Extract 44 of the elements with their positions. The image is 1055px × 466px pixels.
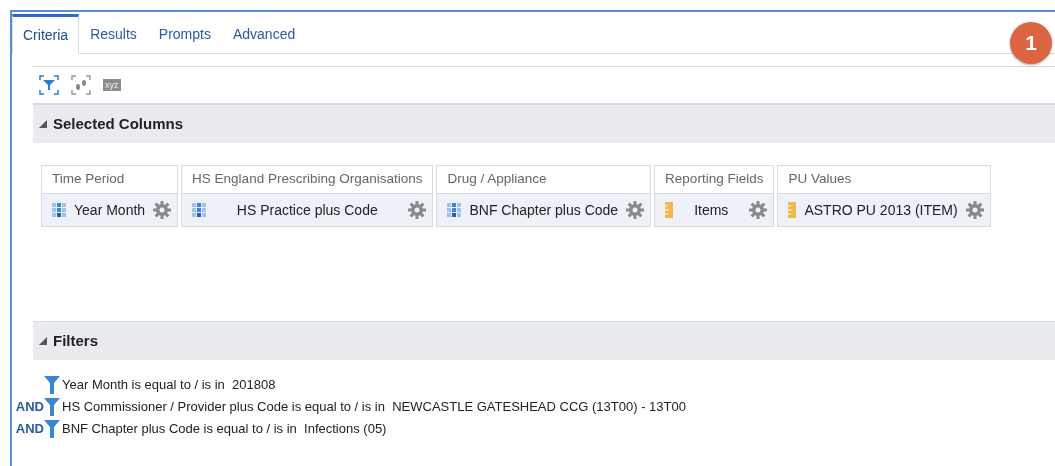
collapse-icon[interactable] [39, 120, 47, 128]
column-label: ASTRO PU 2013 (ITEM) [804, 200, 958, 220]
tab[interactable]: Results [79, 14, 148, 54]
section-title: Filters [53, 330, 98, 351]
tab[interactable]: Criteria [12, 14, 80, 54]
settings-icon[interactable] [965, 201, 984, 219]
filter-text[interactable]: Year Month is equal to / is in 201808 [62, 375, 276, 395]
tab[interactable]: Advanced [221, 14, 307, 54]
column-item[interactable]: Items [654, 194, 775, 227]
column-label: HS Practice plus Code [235, 200, 379, 220]
filter-icon [44, 420, 60, 438]
settings-icon[interactable] [408, 201, 427, 219]
filter-text[interactable]: HS Commissioner / Provider plus Code is equal to / is in NEWCASTLE GATESHEAD CCG (13T00) - 13T00 [62, 397, 686, 417]
column-group-heading: HS England Prescribing Organisations [181, 165, 434, 194]
filter-text[interactable]: BNF Chapter plus Code is equal to / is in Infections (05) [62, 419, 387, 439]
section-title: Selected Columns [53, 113, 184, 134]
connector-label: AND [14, 420, 44, 439]
column-label: Year Month [74, 200, 146, 220]
grid-icon [192, 203, 207, 217]
tab[interactable]: Prompts [147, 14, 222, 54]
steps-button[interactable] [71, 75, 91, 95]
ruler-icon [665, 202, 674, 218]
column-label: BNF Chapter plus Code [469, 200, 619, 220]
ruler-icon [788, 202, 797, 218]
grid-icon [447, 203, 462, 217]
column-group-heading: PU Values [777, 165, 991, 194]
column-item[interactable]: HS Practice plus Code [181, 194, 434, 227]
column-item[interactable]: Year Month [41, 194, 179, 227]
column-group-heading: Reporting Fields [654, 165, 775, 194]
connector-label: AND [14, 398, 44, 417]
column-group-heading: Drug / Appliance [436, 165, 652, 194]
column-label: Items [693, 200, 730, 220]
settings-icon[interactable] [153, 201, 172, 219]
filter-icon [44, 398, 60, 416]
column-item[interactable]: BNF Chapter plus Code [436, 194, 652, 227]
collapse-icon[interactable] [39, 337, 47, 345]
filter-icon [44, 376, 60, 394]
step-badge: 1 [1010, 22, 1052, 64]
grid-icon [52, 203, 66, 217]
filter-button[interactable] [39, 75, 59, 95]
settings-icon[interactable] [626, 201, 645, 219]
settings-icon[interactable] [749, 201, 768, 219]
column-group-heading: Time Period [41, 165, 179, 194]
column-item[interactable]: ASTRO PU 2013 (ITEM) [777, 194, 991, 227]
